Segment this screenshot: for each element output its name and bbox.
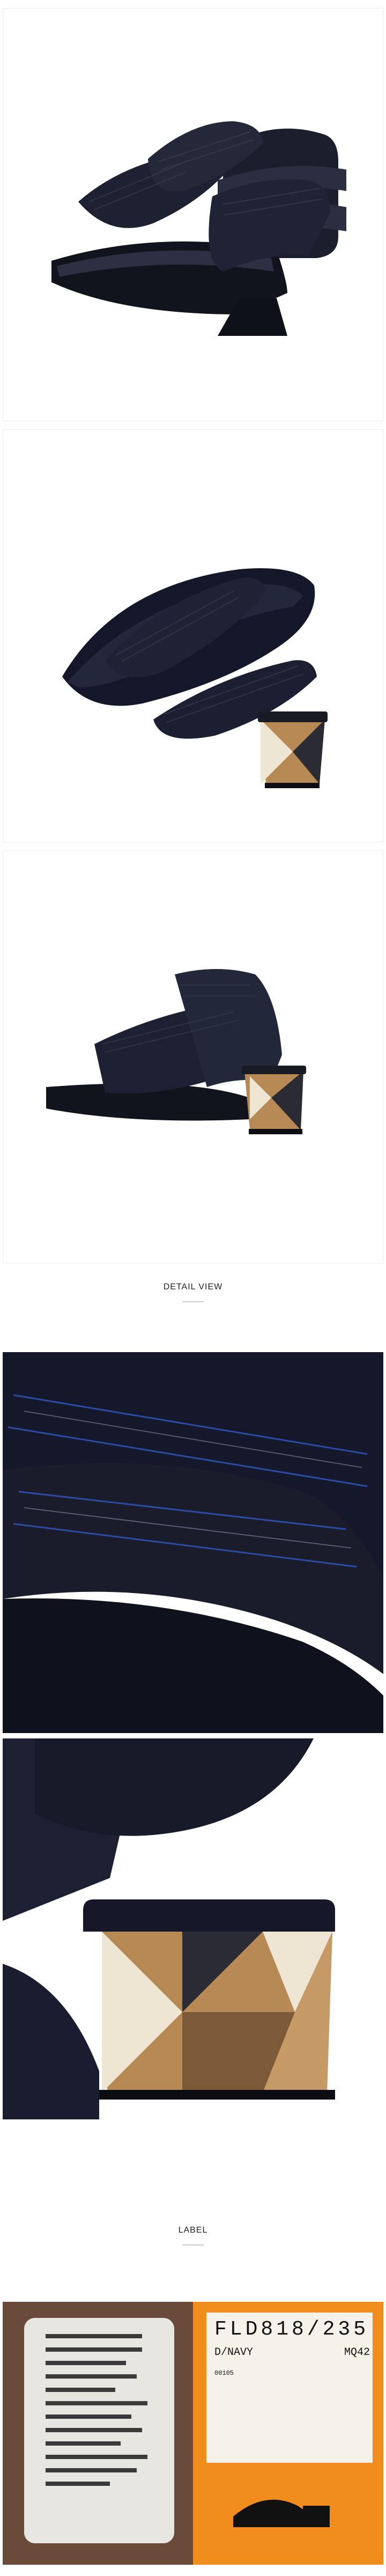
heading-divider: [182, 1301, 204, 1302]
detail-photo-heel: [3, 1738, 383, 2119]
sandal-illustration-front: [3, 9, 383, 421]
block-heel: [102, 1932, 332, 2093]
detail-photo-strap: [3, 1352, 383, 1733]
tag-code: FLD818/235: [214, 2318, 369, 2341]
tag-color: D/NAVY: [214, 2346, 254, 2359]
label-photo: FLD818/235 D/NAVY MQ42 00105: [3, 2302, 383, 2565]
tag-model: MQ42: [344, 2346, 370, 2359]
block-heel: [258, 711, 328, 788]
detail-view-heading: DETAIL VIEW: [163, 1282, 223, 1291]
label-heading: LABEL: [178, 2226, 208, 2235]
sandal-illustration-side: [3, 430, 383, 842]
product-photo-3: [3, 850, 383, 1264]
heading-divider: [182, 2244, 204, 2245]
block-heel: [242, 1066, 306, 1134]
product-photo-2: [3, 429, 383, 842]
product-photo-1: [3, 8, 383, 421]
sandal-illustration-profile: [3, 851, 383, 1263]
tag-small-text: 00105: [214, 2369, 234, 2377]
strap-closeup-illustration: [3, 1352, 383, 1733]
heel-closeup-illustration: [3, 1738, 383, 2119]
